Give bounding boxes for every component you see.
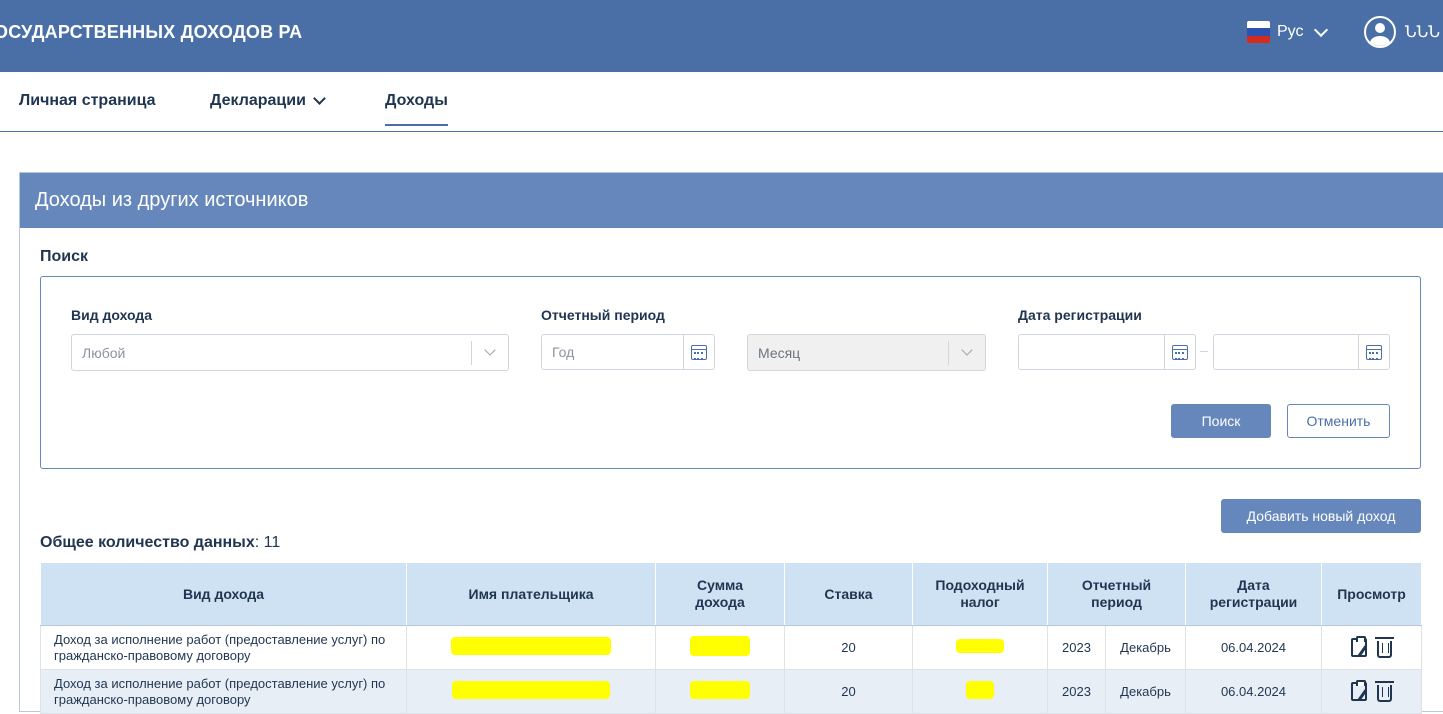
calendar-icon xyxy=(1172,345,1188,360)
year-placeholder: Год xyxy=(552,344,575,360)
income-amount-cell xyxy=(655,625,785,670)
income-type-cell: Доход за исполнение работ (предоставлени… xyxy=(40,625,407,670)
column-header[interactable]: Подоходный налог xyxy=(912,562,1048,626)
russian-flag-icon xyxy=(1247,21,1270,43)
registration-date-cell: 06.04.2024 xyxy=(1185,625,1322,670)
calendar-icon xyxy=(691,345,707,360)
language-label: Рус xyxy=(1277,23,1304,40)
registration-date-from[interactable] xyxy=(1018,334,1196,370)
rate-cell: 20 xyxy=(784,625,913,670)
nav-item-label: Доходы xyxy=(385,92,448,109)
edit-icon[interactable] xyxy=(1351,636,1367,657)
period-month-cell: Декабрь xyxy=(1105,669,1186,714)
edit-icon[interactable] xyxy=(1351,680,1367,701)
month-value: Месяц xyxy=(758,344,801,361)
site-title: ОСУДАРСТВЕННЫХ ДОХОДОВ РА xyxy=(0,22,303,42)
search-button[interactable]: Поиск xyxy=(1171,404,1271,438)
column-header[interactable]: Сумма дохода xyxy=(655,562,785,626)
nav-item-personal-page[interactable]: Личная страница xyxy=(19,92,156,110)
registration-date-to[interactable] xyxy=(1213,334,1390,370)
income-tax-cell xyxy=(912,625,1048,670)
user-avatar-icon xyxy=(1364,16,1396,48)
year-input[interactable]: Год xyxy=(541,334,715,370)
column-header[interactable]: Имя плательщика xyxy=(406,562,656,626)
trash-icon[interactable] xyxy=(1375,681,1394,702)
income-type-value: Любой xyxy=(82,344,126,361)
table-row: Доход за исполнение работ (предоставлени… xyxy=(40,625,1422,670)
nav-item-label: Декларации xyxy=(210,92,306,109)
period-year-cell: 2023 xyxy=(1047,669,1106,714)
add-income-button[interactable]: Добавить новый доход xyxy=(1221,499,1421,533)
column-header[interactable]: Отчетный период xyxy=(1047,562,1186,626)
column-header[interactable]: Дата регистрации xyxy=(1185,562,1322,626)
income-type-select[interactable]: Любой xyxy=(71,334,509,371)
chevron-down-icon xyxy=(471,341,508,365)
total-label: Общее количество данных xyxy=(40,534,255,551)
date-to-calendar-button[interactable] xyxy=(1358,335,1389,370)
card-title: Доходы из других источников xyxy=(20,173,1443,228)
chevron-down-icon xyxy=(948,341,985,365)
cancel-button[interactable]: Отменить xyxy=(1287,404,1390,438)
search-heading: Поиск xyxy=(40,248,89,265)
redaction-mark xyxy=(690,680,750,699)
income-tax-cell xyxy=(912,669,1048,714)
top-bar: ОСУДАРСТВЕННЫХ ДОХОДОВ РА Рус ՆՆՆ xyxy=(0,0,1443,72)
redaction-mark xyxy=(451,636,611,655)
actions-cell xyxy=(1321,669,1422,714)
period-year-cell: 2023 xyxy=(1047,625,1106,670)
column-header[interactable]: Вид дохода xyxy=(40,562,407,626)
nav-item-label: Личная страница xyxy=(19,92,156,109)
registration-date-cell: 06.04.2024 xyxy=(1185,669,1322,714)
user-label: ՆՆՆ xyxy=(1405,24,1440,41)
nav-item-income[interactable]: Доходы xyxy=(385,92,448,126)
trash-icon[interactable] xyxy=(1375,637,1394,658)
year-calendar-button[interactable] xyxy=(683,335,714,370)
redaction-mark xyxy=(956,638,1004,653)
chevron-down-icon xyxy=(1313,22,1328,37)
payer-name-cell xyxy=(406,625,656,670)
redaction-mark xyxy=(452,680,610,699)
period-label: Отчетный период xyxy=(541,307,665,323)
main-nav: Личная страница Декларации Доходы xyxy=(0,72,1443,132)
income-amount-cell xyxy=(655,669,785,714)
period-month-cell: Декабрь xyxy=(1105,625,1186,670)
table-header-row: Вид дохода Имя плательщика Сумма дохода … xyxy=(40,562,1422,626)
income-table: Вид дохода Имя плательщика Сумма дохода … xyxy=(40,562,1422,714)
income-type-cell: Доход за исполнение работ (предоставлени… xyxy=(40,669,407,714)
rate-cell: 20 xyxy=(784,669,913,714)
month-select: Месяц xyxy=(747,334,986,371)
calendar-icon xyxy=(1366,345,1382,360)
language-selector[interactable]: Рус xyxy=(1247,20,1328,44)
total-value: : 11 xyxy=(254,534,281,551)
nav-item-declarations[interactable]: Декларации xyxy=(210,92,326,110)
payer-name-cell xyxy=(406,669,656,714)
column-header[interactable]: Просмотр xyxy=(1321,562,1422,626)
registration-date-label: Дата регистрации xyxy=(1018,307,1142,323)
column-header[interactable]: Ставка xyxy=(784,562,913,626)
search-panel xyxy=(40,276,1421,469)
redaction-mark xyxy=(966,680,994,699)
date-from-calendar-button[interactable] xyxy=(1164,335,1195,370)
table-row: Доход за исполнение работ (предоставлени… xyxy=(40,669,1422,714)
total-count: Общее количество данных: 11 xyxy=(40,534,280,552)
chevron-down-icon xyxy=(313,92,326,105)
user-menu[interactable]: ՆՆՆ xyxy=(1364,16,1440,48)
redaction-mark xyxy=(690,635,750,656)
income-type-label: Вид дохода xyxy=(71,307,153,323)
date-range-separator xyxy=(1200,351,1208,352)
actions-cell xyxy=(1321,625,1422,670)
